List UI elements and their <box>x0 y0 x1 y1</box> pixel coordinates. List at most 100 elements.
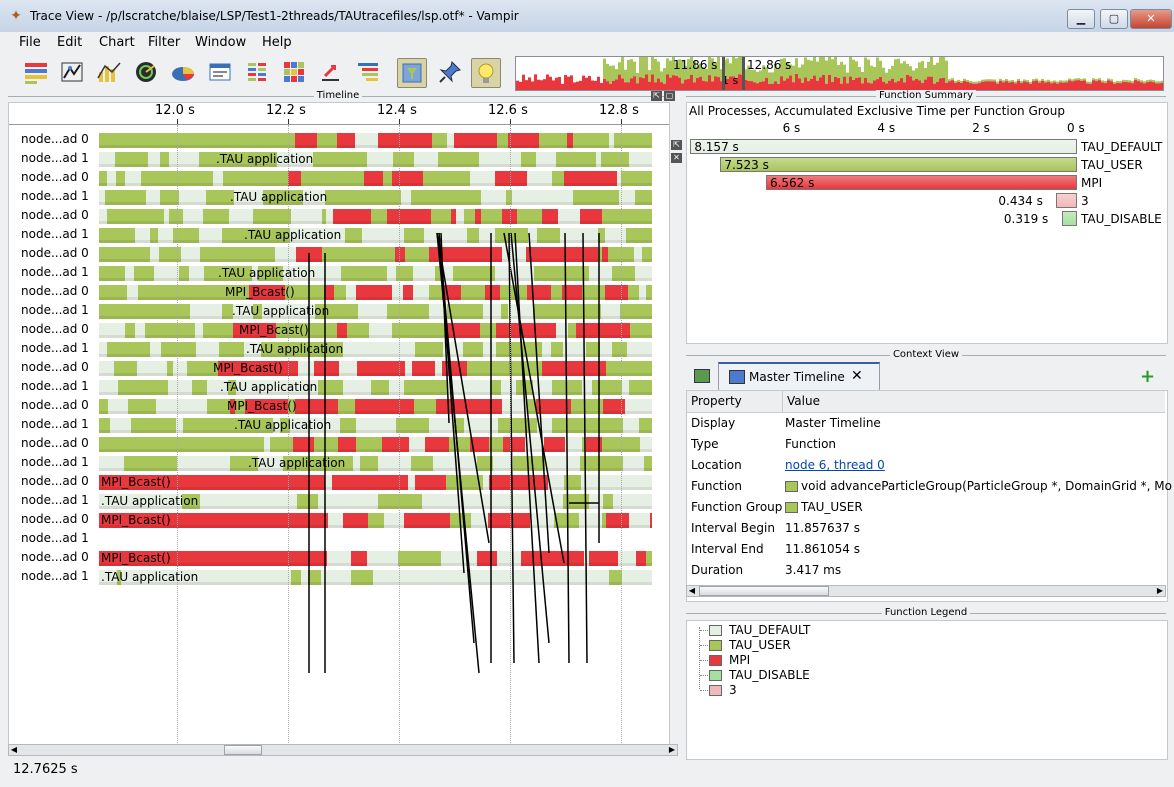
overview-user-slice <box>915 68 918 79</box>
legend-item-label[interactable]: 3 <box>729 683 737 698</box>
context-hscrollbar[interactable]: ◀ ▶ <box>686 585 1166 597</box>
overview-left-handle[interactable] <box>722 57 725 90</box>
timeline-maximize-icon[interactable]: ▢ <box>664 91 675 101</box>
process-label: node...ad 1 <box>21 151 89 165</box>
function-summary-chart[interactable]: All Processes, Accumulated Exclusive Tim… <box>686 102 1168 344</box>
summary-bar-mpi[interactable]: 6.562 s <box>765 175 1077 190</box>
overview-mpi-slice <box>912 80 915 90</box>
summary-bar-tau_disable[interactable] <box>1061 211 1077 226</box>
call-tree-icon[interactable] <box>354 58 382 86</box>
function-color-swatch <box>785 502 798 513</box>
maximize-button[interactable]: ▢ <box>1100 9 1128 29</box>
menu-file[interactable]: File <box>19 35 41 50</box>
overview-mpi-slice <box>600 82 603 90</box>
segment-shadow <box>99 430 652 433</box>
menu-window[interactable]: Window <box>195 35 246 50</box>
overview-mpi-slice <box>999 80 1002 90</box>
overview-user-slice <box>621 57 624 79</box>
context-scroll-right-icon[interactable]: ▶ <box>1155 586 1165 596</box>
lightbulb-icon[interactable] <box>471 58 501 88</box>
close-tab-icon[interactable]: ✕ <box>851 368 863 384</box>
summary-bar-tau_default[interactable]: 8.157 s <box>690 139 1077 154</box>
performance-radar-icon[interactable] <box>132 58 160 86</box>
master-timeline-icon[interactable] <box>22 58 50 86</box>
menu-chart[interactable]: Chart <box>99 35 135 50</box>
timeline-overview[interactable]: 11.86 s 12.86 s 1 s <box>515 56 1164 91</box>
summary-bar-tau_user[interactable]: 7.523 s <box>720 157 1077 172</box>
process-label: node...ad 0 <box>21 512 89 526</box>
timeline-function-label: MPI_Bcast() <box>101 551 171 565</box>
overview-user-slice <box>1002 80 1005 83</box>
status-bar <box>0 760 1174 787</box>
overview-user-slice <box>1140 80 1143 83</box>
overview-mpi-slice <box>786 78 789 90</box>
overview-right-handle[interactable] <box>742 57 745 90</box>
overview-mpi-slice <box>606 81 609 90</box>
overview-mpi-slice <box>1053 82 1056 90</box>
context-scroll-left-icon[interactable]: ◀ <box>687 586 697 596</box>
add-tab-icon[interactable]: + <box>1140 366 1155 387</box>
legend-item-label[interactable]: TAU_DISABLE <box>729 668 810 683</box>
timeline-hscrollbar[interactable]: ◀ ▶ <box>8 744 678 756</box>
timeline-canvas[interactable] <box>9 103 669 745</box>
legend-item-label[interactable]: MPI <box>729 653 750 668</box>
legend-item-label[interactable]: TAU_USER <box>729 638 791 653</box>
process-summary-icon[interactable] <box>243 58 271 86</box>
io-events-icon[interactable] <box>317 58 345 86</box>
timeline-undock-icon[interactable]: ⇱ <box>651 91 662 101</box>
overview-user-slice <box>1032 79 1035 82</box>
overview-user-slice <box>1098 78 1101 81</box>
minimize-button[interactable]: ▁ <box>1067 9 1095 29</box>
overview-user-slice <box>942 57 945 78</box>
legend-swatch <box>709 685 722 696</box>
menu-filter[interactable]: Filter <box>148 35 180 50</box>
overview-mpi-slice <box>858 77 861 90</box>
segment-shadow <box>99 278 652 281</box>
timeline-tick-label: 12.6 s <box>488 103 528 118</box>
segment-shadow <box>99 259 652 262</box>
overview-mpi-slice <box>774 81 777 90</box>
timeline-function-label: .TAU application <box>218 266 316 280</box>
tab-master-timeline[interactable]: Master Timeline ✕ <box>718 362 880 390</box>
overview-user-slice <box>1134 78 1137 81</box>
menu-edit[interactable]: Edit <box>57 35 82 50</box>
counter-timeline-icon[interactable] <box>95 58 123 86</box>
menu-help[interactable]: Help <box>262 35 292 50</box>
overview-user-slice <box>975 81 978 84</box>
overview-mpi-slice <box>597 76 600 90</box>
process-label: node...ad 0 <box>21 474 89 488</box>
overview-mpi-slice <box>966 81 969 90</box>
timeline-scroll-thumb[interactable] <box>224 745 262 755</box>
overview-mpi-slice <box>585 77 588 90</box>
location-link[interactable]: node 6, thread 0 <box>785 455 885 476</box>
close-button[interactable]: ✕ <box>1130 9 1172 29</box>
filter-icon[interactable] <box>397 58 427 88</box>
overview-mpi-slice <box>708 75 711 90</box>
context-scroll-thumb[interactable] <box>699 586 829 596</box>
overview-user-slice <box>1083 78 1086 81</box>
overview-mpi-slice <box>549 76 552 90</box>
pin-icon[interactable] <box>436 58 464 86</box>
overview-mpi-slice <box>852 79 855 90</box>
overview-user-slice <box>1131 81 1134 84</box>
function-summary-icon[interactable] <box>169 58 197 86</box>
message-summary-icon[interactable] <box>206 58 234 86</box>
context-list-icon[interactable] <box>694 369 710 383</box>
overview-mpi-slice <box>801 82 804 90</box>
legend-item-label[interactable]: TAU_DEFAULT <box>729 623 810 638</box>
communication-matrix-icon[interactable] <box>280 58 308 86</box>
legend-tree-branch <box>700 630 708 631</box>
overview-mpi-slice <box>888 80 891 90</box>
overview-mpi-slice <box>612 80 615 90</box>
timeline-chart[interactable]: 12.0 s 12.2 s 12.4 s 12.6 s 12.8 s node...ad… <box>8 102 670 746</box>
process-timeline-icon[interactable] <box>58 58 86 86</box>
scroll-left-icon[interactable]: ◀ <box>9 745 19 755</box>
overview-mpi-slice <box>864 77 867 90</box>
overview-mpi-slice <box>861 83 864 90</box>
summary-bar-3[interactable] <box>1056 193 1077 208</box>
scroll-right-icon[interactable]: ▶ <box>667 745 677 755</box>
overview-user-slice <box>738 57 741 75</box>
summary-close-icon[interactable]: ✕ <box>671 153 682 163</box>
summary-undock-icon[interactable]: ⇱ <box>671 140 682 150</box>
overview-user-slice <box>1059 80 1062 83</box>
